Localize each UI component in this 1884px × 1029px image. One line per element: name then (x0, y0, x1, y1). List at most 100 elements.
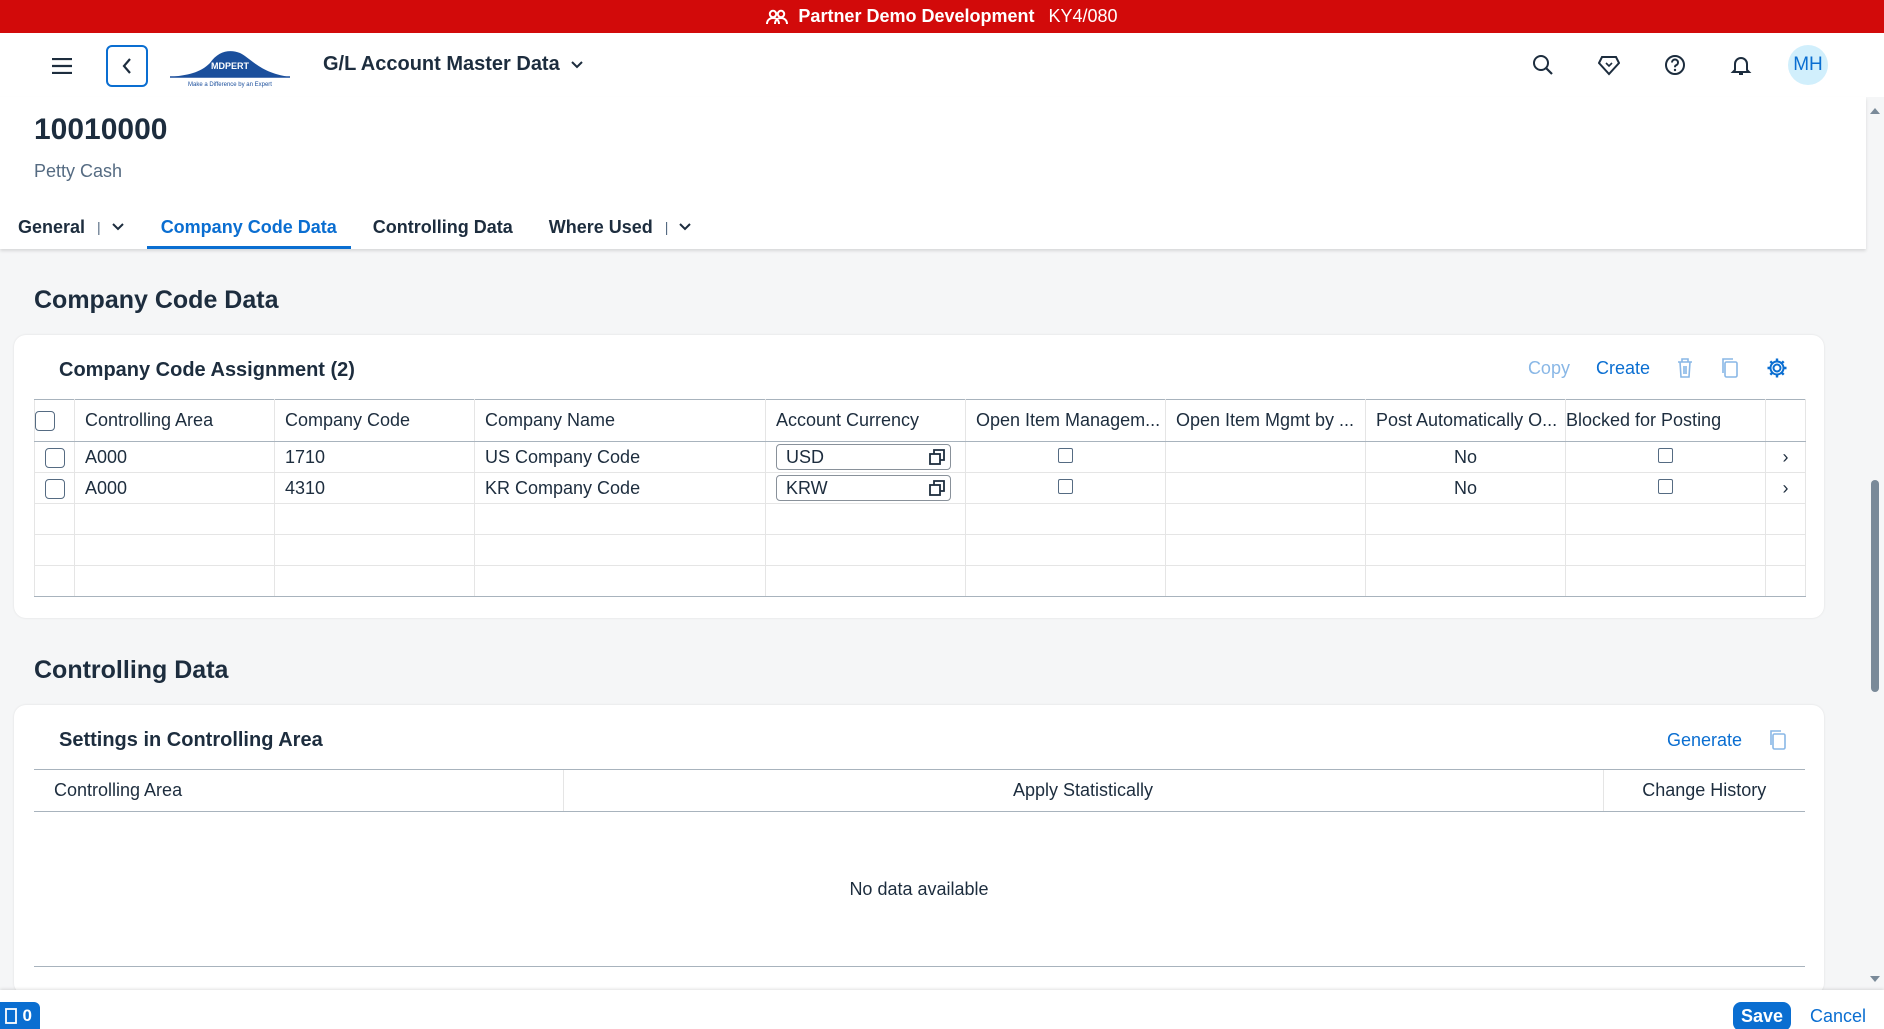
cell-open-item-mgmt-by (1165, 472, 1366, 504)
chevron-down-icon[interactable] (111, 222, 125, 232)
currency-input[interactable]: KRW (776, 475, 951, 501)
cell-controlling-area: A000 (74, 441, 275, 473)
cell-open-item-mgmt (965, 472, 1166, 504)
cell-post-auto: No (1365, 472, 1566, 504)
object-title: 10010000 (34, 113, 168, 146)
table-toolbar: Copy Create (1528, 357, 1788, 379)
app-title: G/L Account Master Data (323, 53, 560, 75)
generate-button[interactable]: Generate (1667, 730, 1742, 751)
empty-row (34, 534, 1806, 566)
no-data-text: No data available (849, 879, 989, 899)
cell-company-code: 4310 (274, 472, 475, 504)
cell-company-code: 1710 (274, 441, 475, 473)
card-title: Settings in Controlling Area (59, 729, 323, 751)
cell-blocked (1565, 441, 1766, 473)
chevron-down-icon (571, 60, 583, 68)
controlling-toolbar: Generate (1667, 729, 1788, 751)
svg-text:MDPERT: MDPERT (211, 61, 250, 71)
row-checkbox[interactable] (44, 478, 65, 499)
open-item-checkbox[interactable] (1058, 478, 1073, 494)
table-row[interactable]: A000 4310 KR Company Code KRW No › (34, 472, 1806, 504)
row-select-cell (34, 441, 75, 473)
row-checkbox[interactable] (44, 447, 65, 468)
scroll-up-icon[interactable] (1869, 107, 1881, 115)
footer-bar: 0 Save Cancel (0, 990, 1884, 1029)
value-help-icon[interactable] (928, 448, 946, 466)
column-header[interactable]: Post Automatically O... (1365, 399, 1566, 442)
select-all-cell (34, 399, 75, 442)
delete-icon[interactable] (1676, 357, 1694, 379)
diamond-icon[interactable] (1590, 43, 1628, 87)
menu-icon[interactable] (45, 51, 79, 81)
help-icon[interactable] (1656, 43, 1694, 87)
bell-icon[interactable] (1722, 43, 1760, 87)
table-bottom-border (34, 966, 1805, 967)
currency-input[interactable]: USD (776, 444, 951, 470)
column-header[interactable]: Company Name (474, 399, 766, 442)
group-icon (766, 9, 789, 24)
column-header[interactable]: Company Code (274, 399, 475, 442)
empty-row (34, 503, 1806, 535)
banner-system: KY4/080 (1048, 6, 1118, 26)
table-row[interactable]: A000 1710 US Company Code USD No › (34, 441, 1806, 473)
tab-where-used[interactable]: Where Used | (531, 205, 711, 249)
column-header-nav (1765, 399, 1806, 442)
object-header: 10010000 Petty Cash General | Company Cod… (0, 97, 1866, 249)
chevron-right-icon[interactable]: › (1765, 441, 1806, 473)
chevron-right-icon[interactable]: › (1765, 472, 1806, 504)
tab-company-code-data[interactable]: Company Code Data (143, 205, 355, 249)
scroll-down-icon[interactable] (1869, 975, 1881, 983)
cell-controlling-area: A000 (74, 472, 275, 504)
column-header[interactable]: Open Item Mgmt by ... (1165, 399, 1366, 442)
cell-post-auto: No (1365, 441, 1566, 473)
blocked-checkbox[interactable] (1658, 447, 1673, 463)
back-button[interactable] (106, 45, 148, 87)
column-header[interactable]: Controlling Area (34, 769, 563, 812)
value-help-icon[interactable] (928, 479, 946, 497)
shell-bar: MDPERT Make a Difference by an Expert G/… (0, 33, 1884, 97)
create-button[interactable]: Create (1596, 358, 1650, 379)
scrollbar-thumb[interactable] (1871, 480, 1879, 692)
system-banner: Partner Demo Development KY4/080 (0, 0, 1884, 33)
user-avatar[interactable]: MH (1788, 45, 1828, 85)
save-button[interactable]: Save (1733, 1002, 1791, 1029)
settings-icon[interactable] (1766, 357, 1788, 379)
messages-button[interactable]: 0 (0, 1002, 40, 1029)
empty-row (34, 565, 1806, 597)
copy-button[interactable]: Copy (1528, 358, 1570, 379)
table-header-row: Controlling Area Company Code Company Na… (34, 399, 1806, 442)
controlling-area-table: Controlling Area Apply Statistically Cha… (34, 769, 1805, 812)
column-header[interactable]: Account Currency (765, 399, 966, 442)
column-header[interactable]: Change History (1602, 769, 1805, 812)
copy-icon[interactable] (1768, 729, 1788, 751)
company-code-table: Controlling Area Company Code Company Na… (34, 399, 1806, 597)
section-title-company-code: Company Code Data (34, 286, 279, 314)
row-select-cell (34, 472, 75, 504)
tab-controlling-data[interactable]: Controlling Data (355, 205, 531, 249)
chevron-left-icon (122, 58, 131, 74)
search-icon[interactable] (1524, 43, 1562, 87)
message-icon (4, 1007, 17, 1024)
column-header[interactable]: Controlling Area (74, 399, 275, 442)
column-header[interactable]: Blocked for Posting (1565, 399, 1766, 442)
company-code-assignment-card: Company Code Assignment (2) Copy Create … (14, 335, 1824, 618)
cell-blocked (1565, 472, 1766, 504)
chevron-down-icon[interactable] (678, 222, 692, 232)
object-subtitle: Petty Cash (34, 161, 123, 181)
page-scrollbar[interactable] (1866, 97, 1884, 990)
tab-general[interactable]: General | (0, 205, 143, 249)
cancel-button[interactable]: Cancel (1810, 1006, 1866, 1027)
select-all-checkbox[interactable] (35, 411, 55, 432)
copy-icon[interactable] (1720, 357, 1740, 379)
cell-currency: USD (765, 441, 966, 473)
controlling-area-card: Settings in Controlling Area Generate Co… (14, 705, 1824, 995)
column-header[interactable]: Apply Statistically (562, 769, 1603, 812)
cell-currency: KRW (765, 472, 966, 504)
company-logo[interactable]: MDPERT Make a Difference by an Expert (168, 43, 292, 89)
cell-open-item-mgmt-by (1165, 441, 1366, 473)
blocked-checkbox[interactable] (1658, 478, 1673, 494)
banner-title: Partner Demo Development (798, 6, 1035, 26)
open-item-checkbox[interactable] (1058, 447, 1073, 463)
app-title-menu[interactable]: G/L Account Master Data (323, 53, 584, 76)
column-header[interactable]: Open Item Managem... (965, 399, 1166, 442)
